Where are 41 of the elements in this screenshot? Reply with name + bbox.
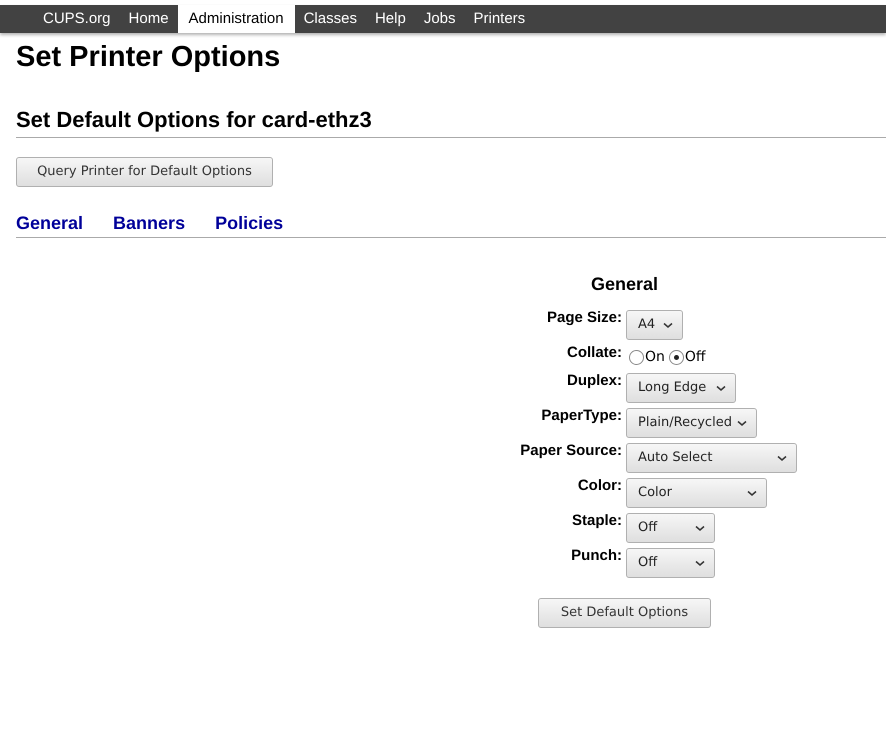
radio-button[interactable]	[668, 350, 684, 364]
option-label: PaperType:	[541, 407, 622, 424]
chevron-down-icon	[663, 322, 673, 328]
tab-link[interactable]: General	[16, 211, 84, 235]
chevron-down-icon	[716, 384, 726, 392]
tab-link[interactable]: Policies	[215, 211, 284, 235]
query-button[interactable]: Query Printer for Default Options	[16, 157, 273, 187]
radio-label: Off	[684, 348, 706, 366]
chevron-down-icon	[695, 524, 705, 532]
option-label: Color:	[578, 477, 622, 494]
dropdown[interactable]: Plain/Recycled	[626, 408, 757, 438]
option-label: Punch:	[571, 547, 622, 564]
options-heading: General	[591, 273, 658, 296]
nav-link[interactable]: Jobs	[414, 5, 464, 33]
dropdown[interactable]: Color	[626, 478, 767, 508]
nav-link[interactable]: Classes	[294, 5, 366, 33]
section-title: Set Default Options for card-ethz3	[16, 106, 372, 134]
dropdown[interactable]: Auto Select	[626, 443, 797, 473]
option-label: Paper Source:	[520, 442, 622, 459]
nav-link[interactable]: Home	[120, 5, 178, 33]
chevron-down-icon	[737, 420, 747, 426]
chevron-down-icon	[747, 490, 757, 496]
option-label: Staple:	[572, 512, 622, 529]
dropdown[interactable]: Off	[626, 513, 715, 543]
dropdown[interactable]: Off	[626, 548, 715, 578]
dropdown[interactable]: Long Edge	[626, 373, 736, 403]
nav-link[interactable]: Printers	[464, 5, 534, 33]
radio-button[interactable]	[629, 350, 644, 364]
dropdown[interactable]: A4	[626, 310, 683, 340]
tab-link[interactable]: Banners	[113, 211, 186, 235]
chevron-down-icon	[695, 560, 705, 566]
nav-link[interactable]: CUPS.org	[34, 5, 120, 33]
nav-link[interactable]: Help	[366, 5, 415, 33]
radio-label: On	[645, 348, 665, 366]
nav-link[interactable]: Administration	[178, 5, 295, 33]
set-default-options-button[interactable]: Set Default Options	[538, 598, 711, 628]
page-title: Set Printer Options	[16, 40, 280, 75]
option-label: Page Size:	[546, 309, 622, 326]
chevron-down-icon	[777, 454, 787, 462]
option-label: Collate:	[566, 344, 622, 361]
option-label: Duplex:	[566, 372, 622, 389]
